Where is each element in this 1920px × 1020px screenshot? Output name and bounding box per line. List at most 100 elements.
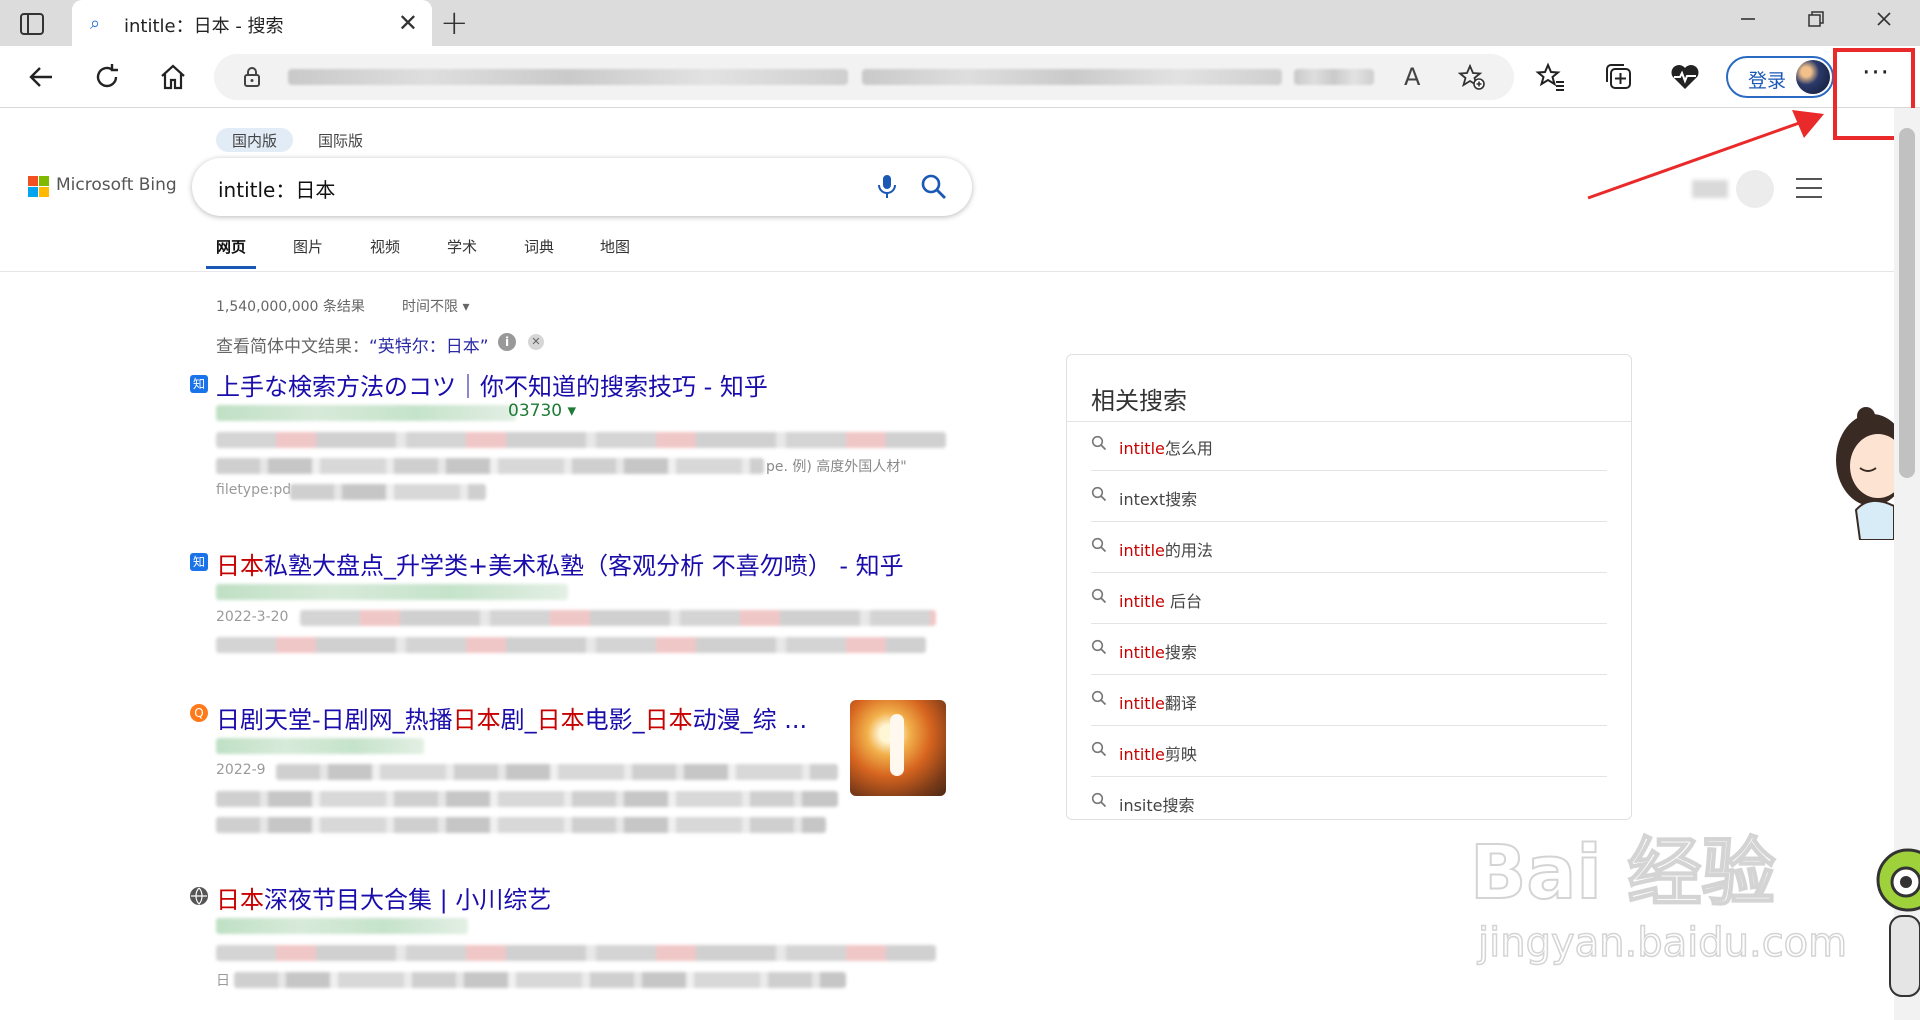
result-title-link[interactable]: 日剧天堂-日剧网_热播日本剧_日本电影_日本动漫_综 ... bbox=[216, 700, 807, 735]
result-title-link[interactable]: 日本私塾大盘点_升学类+美术私塾（客观分析 不喜勿喷） - 知乎 bbox=[216, 546, 904, 581]
lock-icon[interactable] bbox=[242, 66, 262, 88]
mascot-character-image bbox=[1836, 407, 1894, 540]
zhihu-favicon-icon: 知 bbox=[190, 553, 208, 571]
add-favorite-icon[interactable] bbox=[1458, 63, 1486, 91]
logo-square bbox=[39, 176, 49, 186]
tab-web[interactable]: 网页 bbox=[216, 236, 246, 257]
result-title-link[interactable]: 上手な検索方法のコツ｜你不知道的搜索技巧 - 知乎 bbox=[216, 367, 768, 402]
result-url[interactable] bbox=[216, 918, 468, 934]
microphone-icon[interactable] bbox=[876, 173, 898, 201]
tab-close-icon[interactable]: ✕ bbox=[398, 9, 418, 37]
favorites-icon[interactable] bbox=[1534, 60, 1568, 94]
globe-icon bbox=[190, 887, 208, 905]
related-search-label: intext搜索 bbox=[1119, 486, 1197, 510]
address-bar[interactable]: A bbox=[214, 54, 1514, 100]
search-input[interactable]: intitle：日本 bbox=[218, 174, 335, 203]
title-highlight: 日本 bbox=[216, 886, 264, 914]
simplified-chinese-suggestion: 查看简体中文结果：“英特尔：日本” bbox=[216, 332, 489, 357]
search-icon bbox=[1091, 537, 1107, 553]
related-search-text: 怎么用 bbox=[1164, 439, 1213, 458]
title-text: 日剧天堂-日剧网_热播 bbox=[216, 706, 453, 734]
related-search-label: intitle怎么用 bbox=[1119, 435, 1213, 459]
browser-toolbar: A 登录 ··· bbox=[0, 46, 1920, 108]
result-snippet bbox=[216, 637, 926, 653]
watermark-sub: jingyan.baidu.com bbox=[1477, 920, 1847, 966]
result-count: 1,540,000,000 条结果 bbox=[216, 299, 365, 315]
related-search-highlight: intitle bbox=[1119, 745, 1165, 764]
related-search-item[interactable]: intitle剪映 bbox=[1091, 727, 1607, 777]
related-search-highlight: intitle bbox=[1119, 643, 1165, 662]
tab-dictionary[interactable]: 词典 bbox=[524, 236, 554, 257]
related-search-text: insite搜索 bbox=[1119, 796, 1195, 815]
related-search-item[interactable]: intitle 后台 bbox=[1091, 574, 1607, 624]
tab-strip: ⌕ intitle：日本 - 搜索 ✕ + bbox=[0, 0, 1920, 46]
search-icon bbox=[1091, 588, 1107, 604]
related-search-item[interactable]: intitle翻译 bbox=[1091, 676, 1607, 726]
result-title-link[interactable]: 日本深夜节目大合集 | 小川综艺 bbox=[216, 880, 551, 915]
logo-text: Microsoft Bing bbox=[56, 175, 177, 195]
minimize-button[interactable] bbox=[1728, 8, 1768, 38]
home-icon[interactable] bbox=[156, 60, 190, 94]
active-tab[interactable]: ⌕ intitle：日本 - 搜索 ✕ bbox=[72, 0, 432, 46]
refresh-icon[interactable] bbox=[90, 60, 124, 94]
related-search-text: 搜索 bbox=[1164, 643, 1197, 662]
avatar bbox=[1796, 60, 1830, 94]
search-icon bbox=[1091, 792, 1107, 808]
region-domestic-tab[interactable]: 国内版 bbox=[216, 128, 294, 152]
result-url[interactable] bbox=[216, 738, 424, 754]
search-box[interactable]: intitle：日本 bbox=[192, 158, 972, 216]
result-snippet bbox=[290, 484, 486, 500]
baidu-jingyan-watermark: Bai 经验 jingyan.baidu.com bbox=[1470, 829, 1848, 967]
restore-button[interactable] bbox=[1796, 8, 1836, 38]
tab-images[interactable]: 图片 bbox=[293, 236, 323, 257]
new-tab-button[interactable]: + bbox=[440, 6, 469, 40]
related-search-item[interactable]: intext搜索 bbox=[1091, 472, 1607, 522]
scrollbar-thumb[interactable] bbox=[1899, 128, 1915, 478]
region-international-tab[interactable]: 国际版 bbox=[302, 128, 379, 152]
result-thumbnail[interactable] bbox=[850, 700, 946, 796]
browser-essentials-icon[interactable] bbox=[1668, 60, 1702, 94]
title-highlight: 日本 bbox=[536, 706, 585, 734]
tab-maps[interactable]: 地图 bbox=[600, 236, 630, 257]
search-icon bbox=[1091, 690, 1107, 706]
related-searches-panel: 相关搜索 intitle怎么用 intext搜索 intitle的用法 intitle… bbox=[1066, 354, 1632, 820]
back-icon[interactable] bbox=[24, 60, 58, 94]
info-icon[interactable]: i bbox=[498, 333, 516, 351]
url-text bbox=[1294, 69, 1374, 85]
title-text: 深夜节目大合集 | 小川综艺 bbox=[264, 886, 552, 914]
related-search-item[interactable]: intitle搜索 bbox=[1091, 625, 1607, 675]
related-search-text: intext搜索 bbox=[1119, 490, 1198, 509]
title-highlight: 日本 bbox=[452, 706, 501, 734]
read-aloud-icon[interactable]: A bbox=[1404, 63, 1420, 91]
result-url[interactable] bbox=[216, 584, 568, 600]
result-url-tail[interactable]: 03730 ▾ bbox=[508, 401, 576, 421]
dismiss-icon[interactable]: ✕ bbox=[528, 334, 544, 350]
title-text: 私塾大盘点_升学类+美术私塾（客观分析 不喜勿喷） - 知乎 bbox=[264, 552, 904, 580]
suggestion-link[interactable]: “英特尔：日本” bbox=[369, 337, 489, 357]
related-search-label: intitle搜索 bbox=[1119, 639, 1197, 663]
related-search-highlight: intitle bbox=[1119, 694, 1165, 713]
tab-videos[interactable]: 视频 bbox=[370, 236, 400, 257]
tab-academic[interactable]: 学术 bbox=[447, 236, 477, 257]
related-search-text: 剪映 bbox=[1164, 745, 1197, 764]
close-window-button[interactable] bbox=[1864, 8, 1904, 38]
related-search-highlight: intitle bbox=[1119, 541, 1165, 560]
time-filter[interactable]: 时间不限 ▾ bbox=[402, 296, 469, 316]
search-icon: ⌕ bbox=[90, 13, 101, 34]
title-text: 剧_ bbox=[500, 706, 537, 734]
title-text: 动漫_综 ... bbox=[692, 706, 808, 734]
tab-title: intitle：日本 - 搜索 bbox=[124, 16, 284, 37]
sign-in-button[interactable]: 登录 bbox=[1726, 56, 1834, 98]
related-searches-heading: 相关搜索 bbox=[1091, 387, 1187, 415]
related-search-item[interactable]: intitle的用法 bbox=[1091, 523, 1607, 573]
tab-actions-icon[interactable] bbox=[18, 11, 46, 37]
annotation-arrow bbox=[1587, 110, 1824, 200]
result-snippet bbox=[276, 764, 838, 780]
watermark-main: Bai 经验 bbox=[1470, 830, 1775, 916]
result-url[interactable] bbox=[216, 405, 516, 421]
related-search-highlight: intitle bbox=[1119, 439, 1165, 458]
collections-icon[interactable] bbox=[1602, 60, 1636, 94]
search-icon[interactable] bbox=[920, 173, 948, 201]
related-search-item[interactable]: intitle怎么用 bbox=[1091, 421, 1607, 471]
result-snippet bbox=[216, 458, 764, 474]
